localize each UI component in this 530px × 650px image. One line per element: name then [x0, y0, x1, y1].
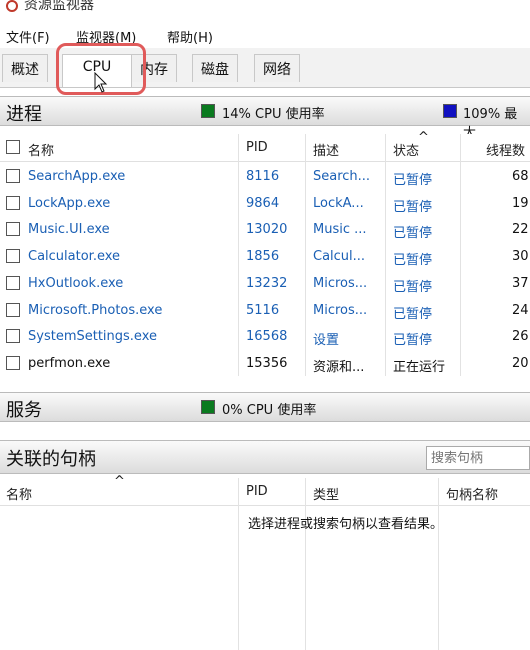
process-description: LockA... — [313, 195, 364, 211]
tab-network[interactable]: 网络 — [254, 54, 300, 82]
process-status: 已暂停 — [393, 199, 433, 215]
search-handles-input[interactable] — [426, 446, 530, 470]
table-row[interactable]: Calculator.exe 1856 Calcul... 已暂停 30 — [0, 244, 530, 270]
row-checkbox[interactable] — [6, 355, 20, 370]
process-description: Calcul... — [313, 249, 366, 265]
process-pid: 8116 — [246, 169, 280, 184]
handles-col-handle-name[interactable]: 句柄名称 — [446, 484, 498, 503]
cpu-usage-text: 14% CPU 使用率 — [222, 107, 325, 122]
column-divider — [305, 478, 306, 650]
process-description: Micros... — [313, 275, 368, 291]
process-status: 已暂停 — [393, 253, 433, 269]
col-status[interactable]: 状态 — [393, 140, 419, 159]
handles-col-pid[interactable]: PID — [246, 484, 268, 499]
table-row[interactable]: SystemSettings.exe 16568 设置 已暂停 26 — [0, 324, 530, 350]
process-description: Micros... — [313, 302, 368, 318]
services-title: 服务 — [6, 400, 42, 421]
mouse-cursor-icon — [94, 72, 108, 93]
row-checkbox[interactable] — [6, 222, 20, 237]
row-checkbox[interactable] — [6, 329, 20, 344]
menu-file[interactable]: 文件(F) — [6, 27, 50, 46]
handles-col-type[interactable]: 类型 — [313, 484, 339, 503]
process-name: HxOutlook.exe — [28, 275, 124, 291]
process-name: LockApp.exe — [28, 195, 111, 211]
tab-bar: 概述 CPU 内存 磁盘 网络 — [0, 48, 530, 88]
process-name: SearchApp.exe — [28, 169, 126, 184]
process-pid: 9864 — [246, 195, 280, 211]
process-name: perfmon.exe — [28, 355, 111, 371]
resource-monitor-icon — [6, 0, 18, 12]
process-description: 资源和... — [313, 359, 365, 375]
tab-overview[interactable]: 概述 — [2, 54, 48, 82]
table-row[interactable]: HxOutlook.exe 13232 Micros... 已暂停 37 — [0, 271, 530, 297]
max-frequency-legend-icon — [443, 104, 457, 118]
row-checkbox[interactable] — [6, 249, 20, 264]
row-checkbox[interactable] — [6, 195, 20, 210]
process-threads: 30 — [512, 249, 529, 265]
menu-help[interactable]: 帮助(H) — [167, 27, 213, 46]
handles-title: 关联的句柄 — [6, 449, 96, 470]
process-pid: 13020 — [246, 222, 288, 238]
process-status: 已暂停 — [393, 333, 433, 349]
process-status: 已暂停 — [393, 226, 433, 242]
table-row[interactable]: Microsoft.Photos.exe 5116 Micros... 已暂停 24 — [0, 298, 530, 324]
services-section-header[interactable]: 服务 0% CPU 使用率 — [0, 392, 530, 422]
services-cpu-legend-icon — [201, 400, 215, 414]
column-divider — [438, 478, 439, 650]
process-status: 已暂停 — [393, 306, 433, 322]
col-pid[interactable]: PID — [246, 140, 268, 155]
process-threads: 68 — [512, 169, 529, 184]
col-name[interactable]: 名称 — [28, 140, 54, 159]
row-checkbox[interactable] — [6, 169, 20, 183]
process-pid: 15356 — [246, 355, 288, 371]
processes-grid-header: 名称 PID 描述 状态 线程数 ^ — [0, 130, 530, 162]
select-all-checkbox[interactable] — [6, 140, 20, 154]
processes-title: 进程 — [6, 104, 42, 125]
process-description: Music ... — [313, 222, 367, 238]
process-threads: 37 — [512, 275, 529, 291]
menu-monitor[interactable]: 监视器(M) — [76, 27, 136, 46]
process-name: Calculator.exe — [28, 249, 121, 265]
handles-col-name[interactable]: 名称 — [6, 484, 32, 503]
process-name: Microsoft.Photos.exe — [28, 302, 163, 318]
table-row[interactable]: perfmon.exe 15356 资源和... 正在运行 20 — [0, 351, 530, 377]
col-description[interactable]: 描述 — [313, 140, 339, 159]
table-row[interactable]: SearchApp.exe 8116 Search... 已暂停 68 — [0, 164, 530, 190]
menu-bar: 文件(F) 监视器(M) 帮助(H) — [0, 22, 530, 48]
cpu-usage-legend-icon — [201, 104, 215, 118]
process-threads: 24 — [512, 302, 529, 318]
process-threads: 19 — [512, 195, 529, 211]
tab-disk[interactable]: 磁盘 — [192, 54, 238, 82]
process-pid: 1856 — [246, 249, 280, 265]
handles-empty-message: 选择进程或搜索句柄以查看结果。 — [248, 517, 444, 532]
row-checkbox[interactable] — [6, 302, 20, 317]
process-pid: 13232 — [246, 275, 288, 291]
table-row[interactable]: Music.UI.exe 13020 Music ... 已暂停 22 — [0, 217, 530, 243]
process-description: Search... — [313, 169, 371, 184]
process-threads: 22 — [512, 222, 529, 238]
tab-memory[interactable]: 内存 — [131, 54, 177, 82]
services-cpu-usage-text: 0% CPU 使用率 — [222, 403, 317, 418]
column-divider — [238, 478, 239, 650]
process-description: 设置 — [313, 333, 340, 349]
sort-arrow-icon: ^ — [114, 474, 125, 489]
col-threads[interactable]: 线程数 — [486, 140, 525, 159]
process-pid: 5116 — [246, 302, 280, 318]
handles-grid-header: 名称 PID 类型 句柄名称 ^ — [0, 474, 530, 506]
table-row[interactable]: LockApp.exe 9864 LockA... 已暂停 19 — [0, 191, 530, 217]
sort-arrow-icon: ^ — [418, 130, 429, 145]
process-status: 已暂停 — [393, 173, 433, 188]
window-title: 资源监视器 — [24, 0, 94, 13]
processes-section-header[interactable]: 进程 14% CPU 使用率 109% 最大 — [0, 96, 530, 141]
row-checkbox[interactable] — [6, 275, 20, 290]
process-pid: 16568 — [246, 329, 288, 345]
process-name: Music.UI.exe — [28, 222, 110, 238]
process-threads: 26 — [512, 329, 529, 345]
process-status: 已暂停 — [393, 279, 433, 295]
process-status: 正在运行 — [393, 359, 446, 375]
process-threads: 20 — [512, 355, 529, 371]
process-name: SystemSettings.exe — [28, 329, 157, 345]
title-bar: 资源监视器 — [0, 0, 530, 22]
